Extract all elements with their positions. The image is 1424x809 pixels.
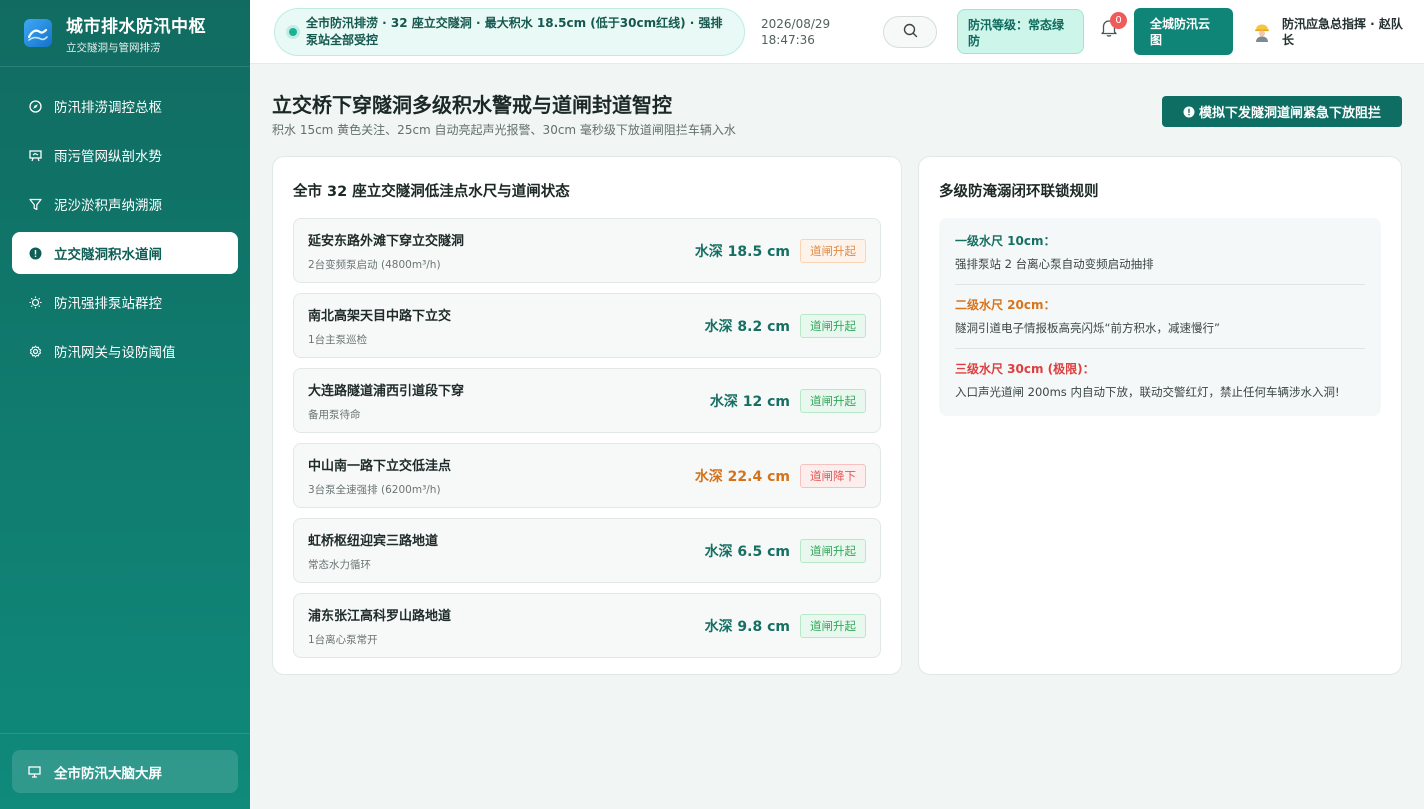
user-name: 防汛应急总指挥 · 赵队长 <box>1282 17 1403 47</box>
tunnel-pump-status: 备用泵待命 <box>308 408 361 421</box>
current-date: 2026/08/29 <box>761 17 831 31</box>
rule-description: 隧洞引道电子情报板高亮闪烁“前方积水，减速慢行” <box>955 321 1220 335</box>
datetime: 2026/08/29 18:47:36 <box>761 16 830 48</box>
current-time: 18:47:36 <box>761 33 815 47</box>
tunnel-row[interactable]: 南北高架天目中路下立交 1台主泵巡检 水深 8.2 cm 道闸升起 <box>293 293 881 358</box>
compass-icon <box>28 99 42 113</box>
user-profile[interactable]: 防汛应急总指挥 · 赵队长 <box>1252 16 1412 48</box>
rule-title: 三级水尺 30cm (极限)： <box>955 362 1095 376</box>
interlock-rules-card: 多级防淹溺闭环联锁规则 一级水尺 10cm： 强排泵站 2 台离心泵自动变频启动抽… <box>918 156 1402 675</box>
tunnel-row[interactable]: 中山南一路下立交低洼点 3台泵全速强排 (6200m³/h) 水深 22.4 cm 道… <box>293 443 881 508</box>
tunnel-pump-status: 1台主泵巡检 <box>308 333 368 346</box>
sidebar-item-pipeline[interactable]: 雨污管网纵剖水势 <box>12 134 238 176</box>
sidebar-item-label: 立交隧洞积水道闸 <box>54 247 162 263</box>
alert-circle-icon <box>28 246 42 260</box>
water-depth: 水深 8.2 cm <box>704 318 790 335</box>
tunnel-row[interactable]: 延安东路外滩下穿立交隧洞 2台变频泵启动 (4800m³/h) 水深 18.5 cm… <box>293 218 881 283</box>
tunnel-name: 延安东路外滩下穿立交隧洞 <box>308 233 465 249</box>
brand: 城市排水防汛中枢 立交隧洞与管网排涝 <box>0 0 250 67</box>
rule-description: 强排泵站 2 台离心泵自动变频启动抽排 <box>955 257 1154 271</box>
sidebar-item-label: 防汛网关与设防阈值 <box>54 345 176 361</box>
tunnel-info: 延安东路外滩下穿立交隧洞 2台变频泵启动 (4800m³/h) <box>308 230 695 272</box>
rule-title: 二级水尺 20cm： <box>955 298 1056 312</box>
tunnel-row[interactable]: 浦东张江高科罗山路地道 1台离心泵常开 水深 9.8 cm 道闸升起 <box>293 593 881 658</box>
live-status-dot <box>289 28 297 36</box>
chart-board-icon <box>28 148 42 162</box>
sidebar-item-tunnel-gates[interactable]: 立交隧洞积水道闸 <box>12 232 238 274</box>
gate-status-badge: 道闸升起 <box>800 313 866 338</box>
sidebar-item-overview[interactable]: 防汛排涝调控总枢 <box>12 85 238 127</box>
gate-status-badge: 道闸升起 <box>800 538 866 563</box>
sidebar-item-gateway-thresholds[interactable]: 防汛网关与设防阈值 <box>12 330 238 372</box>
tunnel-info: 中山南一路下立交低洼点 3台泵全速强排 (6200m³/h) <box>308 455 695 497</box>
tunnel-name: 南北高架天目中路下立交 <box>308 308 452 324</box>
ticker-text: 全市防汛排涝 · 32 座立交隧洞 · 最大积水 18.5cm (低于30cm红… <box>306 16 723 47</box>
rule-description: 入口声光道闸 200ms 内自动下放，联动交警红灯，禁止任何车辆涉水入洞! <box>955 385 1340 399</box>
city-flood-map-button[interactable]: 全城防汛云图 <box>1134 8 1233 55</box>
interlock-rule: 三级水尺 30cm (极限)： 入口声光道闸 200ms 内自动下放，联动交警红灯… <box>955 360 1365 412</box>
city-dashboard-label: 全市防汛大脑大屏 <box>54 765 162 782</box>
water-depth: 水深 12 cm <box>709 393 790 410</box>
sidebar-item-sediment[interactable]: 泥沙淤积声纳溯源 <box>12 183 238 225</box>
sidebar-item-label: 防汛强排泵站群控 <box>54 296 162 312</box>
emergency-button-label: 模拟下发隧洞道闸紧急下放阻拦 <box>1198 106 1381 121</box>
alert-circle-icon <box>1183 106 1195 118</box>
card-title: 全市 32 座立交隧洞低洼点水尺与道闸状态 <box>293 184 570 200</box>
status-ticker[interactable]: 全市防汛排涝 · 32 座立交隧洞 · 最大积水 18.5cm (低于30cm红… <box>274 8 745 56</box>
tunnel-info: 大连路隧道浦西引道段下穿 备用泵待命 <box>308 380 710 422</box>
tunnel-pump-status: 1台离心泵常开 <box>308 633 378 646</box>
sun-gear-icon <box>28 295 42 309</box>
tunnel-list: 延安东路外滩下穿立交隧洞 2台变频泵启动 (4800m³/h) 水深 18.5 cm… <box>293 218 881 658</box>
tunnel-pump-status: 2台变频泵启动 (4800m³/h) <box>308 258 441 271</box>
sidebar-nav: 防汛排涝调控总枢 雨污管网纵剖水势 泥沙淤积声纳溯源 立交隧洞积水道闸 防汛强排… <box>0 67 250 372</box>
tunnel-pump-status: 3台泵全速强排 (6200m³/h) <box>308 483 441 496</box>
card-title: 多级防淹溺闭环联锁规则 <box>939 184 1099 200</box>
tunnel-name: 大连路隧道浦西引道段下穿 <box>308 383 465 399</box>
tunnel-pump-status: 常态水力循环 <box>308 558 371 571</box>
top-header: 全市防汛排涝 · 32 座立交隧洞 · 最大积水 18.5cm (低于30cm红… <box>250 0 1424 64</box>
gate-status-badge: 道闸升起 <box>800 238 866 263</box>
water-depth: 水深 6.5 cm <box>704 543 790 560</box>
sidebar-item-label: 防汛排涝调控总枢 <box>54 100 162 116</box>
tunnel-name: 虹桥枢纽迎宾三路地道 <box>308 533 439 549</box>
funnel-icon <box>28 197 42 211</box>
tunnel-info: 南北高架天目中路下立交 1台主泵巡检 <box>308 305 705 347</box>
rule-title: 一级水尺 10cm： <box>955 234 1056 248</box>
gate-status-badge: 道闸降下 <box>800 463 866 488</box>
tunnel-info: 浦东张江高科罗山路地道 1台离心泵常开 <box>308 605 705 647</box>
sidebar: 城市排水防汛中枢 立交隧洞与管网排涝 防汛排涝调控总枢 雨污管网纵剖水势 泥沙淤… <box>0 0 250 809</box>
app-title: 城市排水防汛中枢 <box>66 16 206 37</box>
tunnel-name: 中山南一路下立交低洼点 <box>308 458 452 474</box>
tunnel-row[interactable]: 大连路隧道浦西引道段下穿 备用泵待命 水深 12 cm 道闸升起 <box>293 368 881 433</box>
notification-count-badge: 0 <box>1110 12 1127 29</box>
page-subtitle: 积水 15cm 黄色关注、25cm 自动亮起声光报警、30cm 毫秒级下放道闸阻… <box>272 123 736 137</box>
search-button[interactable] <box>883 16 937 48</box>
avatar <box>1252 22 1272 42</box>
water-depth: 水深 18.5 cm <box>694 243 790 260</box>
search-icon <box>903 23 918 42</box>
sidebar-footer: 全市防汛大脑大屏 <box>0 733 250 809</box>
water-depth: 水深 22.4 cm <box>694 468 790 485</box>
interlock-rule: 二级水尺 20cm： 隧洞引道电子情报板高亮闪烁“前方积水，减速慢行” <box>955 296 1365 349</box>
water-depth: 水深 9.8 cm <box>704 618 790 635</box>
interlock-rule: 一级水尺 10cm： 强排泵站 2 台离心泵自动变频启动抽排 <box>955 232 1365 285</box>
page-title: 立交桥下穿隧洞多级积水警戒与道闸封道智控 <box>272 93 672 117</box>
gate-status-badge: 道闸升起 <box>800 613 866 638</box>
sidebar-item-pump-stations[interactable]: 防汛强排泵站群控 <box>12 281 238 323</box>
monitor-icon <box>28 765 42 778</box>
sidebar-item-label: 泥沙淤积声纳溯源 <box>54 198 162 214</box>
tunnel-status-card: 全市 32 座立交隧洞低洼点水尺与道闸状态 延安东路外滩下穿立交隧洞 2台变频泵启… <box>272 156 902 675</box>
gate-status-badge: 道闸升起 <box>800 388 866 413</box>
tunnel-row[interactable]: 虹桥枢纽迎宾三路地道 常态水力循环 水深 6.5 cm 道闸升起 <box>293 518 881 583</box>
tunnel-info: 虹桥枢纽迎宾三路地道 常态水力循环 <box>308 530 705 572</box>
app-subtitle: 立交隧洞与管网排涝 <box>66 41 161 54</box>
sidebar-item-label: 雨污管网纵剖水势 <box>54 149 162 165</box>
rules-list: 一级水尺 10cm： 强排泵站 2 台离心泵自动变频启动抽排 二级水尺 20cm： 隧… <box>939 218 1381 416</box>
flood-level-badge: 防汛等级：常态绿防 <box>957 9 1084 54</box>
emergency-gate-drop-button[interactable]: 模拟下发隧洞道闸紧急下放阻拦 <box>1162 96 1402 127</box>
tunnel-name: 浦东张江高科罗山路地道 <box>308 608 452 624</box>
city-dashboard-button[interactable]: 全市防汛大脑大屏 <box>12 750 238 793</box>
settings-icon <box>28 344 42 358</box>
wave-logo-icon <box>24 19 52 47</box>
